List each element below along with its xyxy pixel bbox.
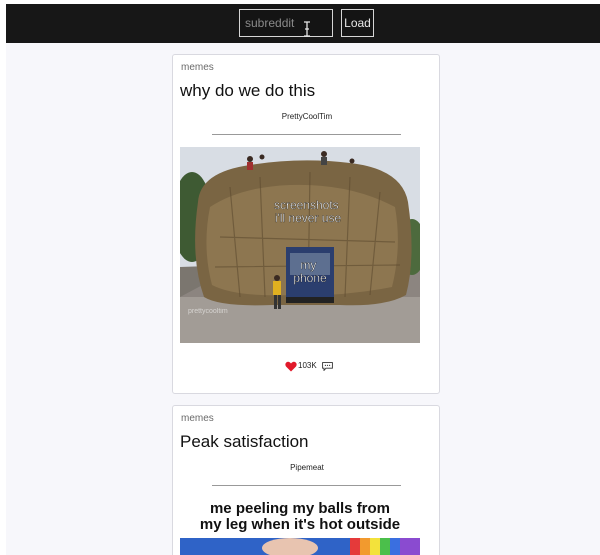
divider [212,134,401,135]
svg-text:screenshots i'll nev: screenshots i'll never use [274,198,342,225]
subreddit-search-input[interactable] [239,9,333,37]
meme-image-overloaded-truck: screenshots i'll never use my phone pret… [180,147,420,343]
post-image[interactable]: me peeling my balls from my leg when it'… [180,498,420,555]
meme-image-peeling [180,538,420,555]
post-title[interactable]: why do we do this [180,81,315,101]
post-title[interactable]: Peak satisfaction [180,432,309,452]
divider [212,485,401,486]
image-caption-bottom-line2: phone [293,271,327,285]
image-caption-top-line1: screenshots [274,198,339,212]
post-subreddit[interactable]: memes [181,413,214,424]
app-page: Load memes why do we do this PrettyCoolT… [6,4,600,555]
post-card: memes why do we do this PrettyCoolTim sc… [172,54,440,394]
heart-icon[interactable] [285,361,297,372]
image-watermark: prettycooltim [188,308,228,315]
top-bar: Load [6,4,600,43]
post-card: memes Peak satisfaction Pipemeat me peel… [172,405,440,555]
load-button[interactable]: Load [341,9,374,37]
like-count: 103K [298,361,317,370]
image-caption-line1: me peeling my balls from [209,500,391,517]
image-caption-line2: my leg when it's hot outside [199,516,401,533]
post-subreddit[interactable]: memes [181,62,214,73]
post-author[interactable]: Pipemeat [173,463,439,472]
post-author[interactable]: PrettyCoolTim [173,112,439,121]
post-footer: 103K [173,361,439,375]
image-caption-bottom-line1: my [300,258,316,272]
text-cursor-icon [304,21,310,37]
image-caption: me peeling my balls from my leg when it'… [180,501,420,533]
post-image[interactable]: screenshots i'll never use my phone pret… [180,147,420,343]
comment-icon[interactable] [322,362,333,371]
image-caption-top-line2: i'll never use [275,211,342,225]
